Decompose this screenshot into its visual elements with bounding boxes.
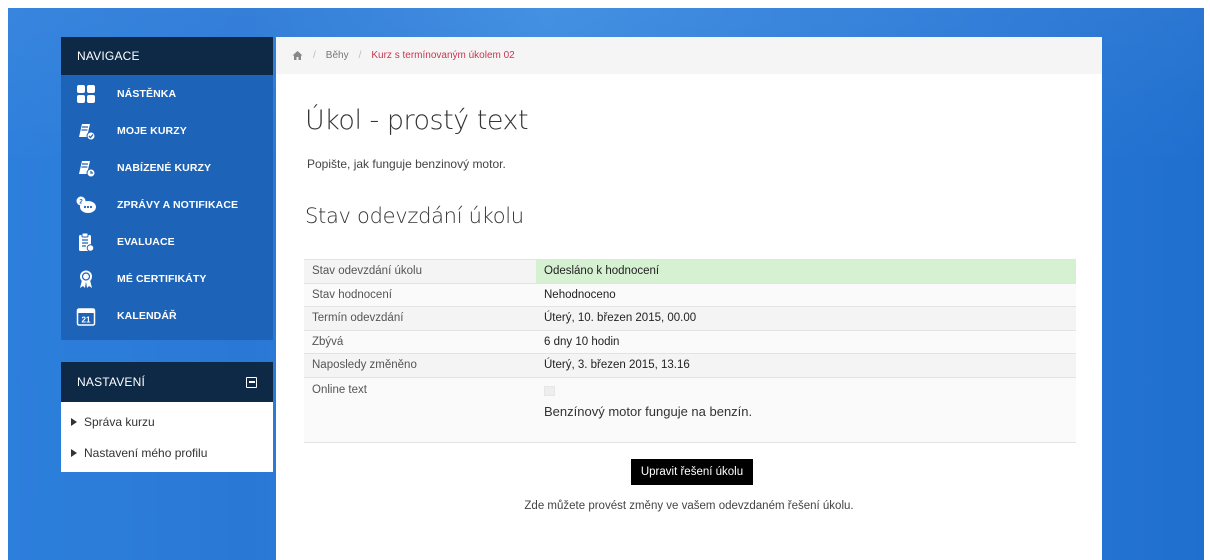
- nav-item-messages[interactable]: 2 ZPRÁVY A NOTIFIKACE: [61, 186, 273, 223]
- breadcrumb-link[interactable]: Běhy: [326, 50, 349, 61]
- status-value: Odesláno k hodnocení: [536, 259, 1076, 283]
- table-row: Termín odevzdání Úterý, 10. březen 2015,…: [304, 306, 1076, 330]
- nav-label: MOJE KURZY: [117, 124, 187, 137]
- row-label: Stav odevzdání úkolu: [304, 259, 536, 283]
- messages-icon: 2: [75, 194, 97, 216]
- table-row: Stav odevzdání úkolu Odesláno k hodnocen…: [304, 259, 1076, 283]
- nav-label: NABÍZENÉ KURZY: [117, 161, 212, 174]
- row-label: Stav hodnocení: [304, 282, 536, 307]
- settings-item-course-admin[interactable]: Správa kurzu: [61, 406, 273, 437]
- nav-item-certificates[interactable]: MÉ CERTIFIKÁTY: [61, 260, 273, 297]
- page-title: Úkol - prostý text: [305, 105, 529, 136]
- edit-help-text: Zde můžete provést změny ve vašem odevzd…: [524, 500, 854, 512]
- assignment-description: Popište, jak funguje benzinový motor.: [307, 157, 506, 171]
- nav-label: EVALUACE: [117, 235, 175, 248]
- row-label: Termín odevzdání: [304, 306, 536, 330]
- table-row: Stav hodnocení Nehodnoceno: [304, 282, 1076, 307]
- nav-label: NÁSTĚNKA: [117, 87, 177, 100]
- nav-label: KALENDÁŘ: [117, 309, 177, 322]
- settings-block: NASTAVENÍ Správa kurzu Nastavení mého pr…: [61, 362, 273, 472]
- my-courses-icon: [75, 120, 97, 142]
- evaluation-icon: [75, 231, 97, 253]
- nav-label: ZPRÁVY A NOTIFIKACE: [117, 198, 239, 211]
- navigation-header: NAVIGACE: [61, 37, 273, 75]
- table-row: Online text Benzínový motor funguje na b…: [304, 376, 1076, 443]
- settings-header: NASTAVENÍ: [61, 362, 273, 402]
- row-label: Naposledy změněno: [304, 353, 536, 377]
- collapse-icon[interactable]: [246, 376, 257, 388]
- settings-header-label: NASTAVENÍ: [77, 375, 146, 389]
- nav-item-my-courses[interactable]: MOJE KURZY: [61, 112, 273, 149]
- sidebar: NAVIGACE NÁSTĚNKA MOJE KURZY NABÍZENÉ KU…: [61, 37, 273, 472]
- edit-submission-button[interactable]: Upravit řešení úkolu: [631, 459, 753, 485]
- certificate-icon: [75, 268, 97, 290]
- nav-label: MÉ CERTIFIKÁTY: [117, 272, 207, 285]
- offered-courses-icon: [75, 157, 97, 179]
- row-label: Zbývá: [304, 329, 536, 354]
- nav-item-calendar[interactable]: 21 KALENDÁŘ: [61, 297, 273, 334]
- online-text-value: Benzínový motor funguje na benzín.: [544, 403, 753, 419]
- breadcrumb: / Běhy / Kurz s termínovaným úkolem 02: [276, 37, 1102, 74]
- breadcrumb-separator: /: [358, 50, 362, 61]
- table-row: Naposledy změněno Úterý, 3. březen 2015,…: [304, 353, 1076, 377]
- due-date-value: Úterý, 10. březen 2015, 00.00: [536, 306, 1076, 330]
- online-text-cell: Benzínový motor funguje na benzín.: [536, 376, 1076, 443]
- nav-item-offered-courses[interactable]: NABÍZENÉ KURZY: [61, 149, 273, 186]
- breadcrumb-current[interactable]: Kurz s termínovaným úkolem 02: [371, 50, 514, 61]
- table-row: Zbývá 6 dny 10 hodin: [304, 329, 1076, 354]
- nav-item-dashboard[interactable]: NÁSTĚNKA: [61, 75, 273, 112]
- expand-icon[interactable]: [544, 385, 555, 396]
- calendar-icon: 21: [75, 305, 97, 327]
- main-content: / Běhy / Kurz s termínovaným úkolem 02 Ú…: [276, 37, 1102, 560]
- caret-right-icon: [71, 417, 77, 426]
- home-icon[interactable]: [292, 50, 303, 61]
- section-title: Stav odevzdání úkolu: [305, 204, 524, 228]
- caret-right-icon: [71, 448, 77, 457]
- last-modified-value: Úterý, 3. březen 2015, 13.16: [536, 353, 1076, 377]
- settings-item-profile[interactable]: Nastavení mého profilu: [61, 437, 273, 468]
- submission-status-table: Stav odevzdání úkolu Odesláno k hodnocen…: [304, 259, 1076, 443]
- breadcrumb-separator: /: [313, 50, 316, 61]
- settings-item-label: Nastavení mého profilu: [84, 445, 208, 460]
- calendar-day: 21: [82, 315, 91, 324]
- dashboard-icon: [75, 83, 97, 105]
- navigation-block: NAVIGACE NÁSTĚNKA MOJE KURZY NABÍZENÉ KU…: [61, 37, 273, 340]
- settings-list: Správa kurzu Nastavení mého profilu: [61, 402, 273, 472]
- settings-item-label: Správa kurzu: [84, 414, 155, 429]
- grading-status-value: Nehodnoceno: [536, 282, 1076, 307]
- nav-item-evaluation[interactable]: EVALUACE: [61, 223, 273, 260]
- row-label: Online text: [304, 376, 536, 443]
- time-remaining-value: 6 dny 10 hodin: [536, 329, 1076, 354]
